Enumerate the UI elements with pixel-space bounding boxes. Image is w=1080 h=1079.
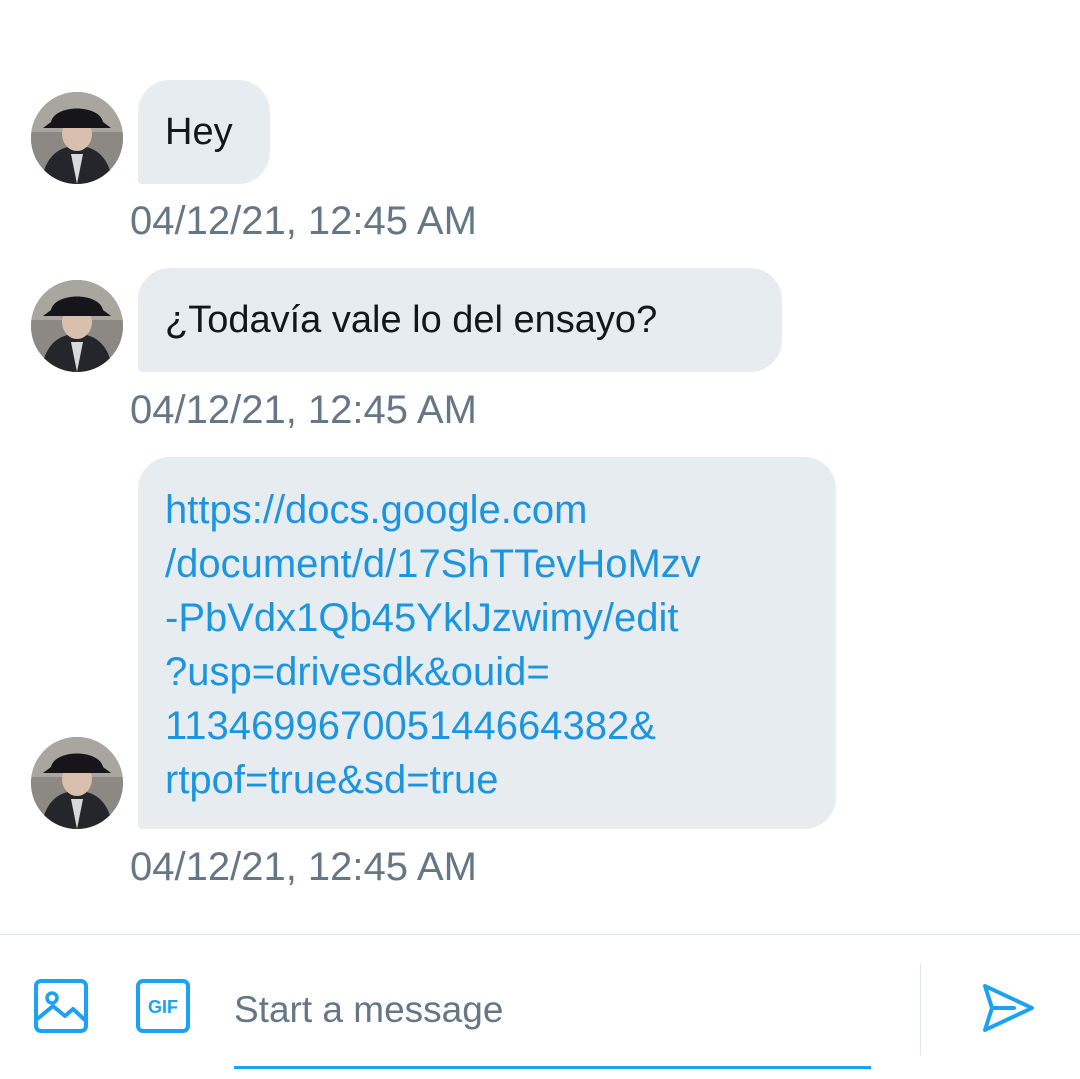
- add-gif-button[interactable]: GIF: [135, 978, 191, 1034]
- link-line: https://docs.google.com: [165, 488, 588, 532]
- link-line: 113469967005144664382&: [165, 704, 656, 748]
- add-photo-button[interactable]: [33, 978, 89, 1034]
- message-timestamp: 04/12/21, 12:45 AM: [130, 845, 477, 889]
- message-input[interactable]: [234, 980, 870, 1040]
- message-timestamp: 04/12/21, 12:45 AM: [130, 388, 477, 432]
- send-button[interactable]: [978, 978, 1038, 1038]
- send-divider: [920, 963, 921, 1055]
- image-icon: [34, 979, 88, 1033]
- avatar-photo-icon: [31, 737, 123, 829]
- sender-avatar[interactable]: [31, 92, 123, 184]
- sender-avatar[interactable]: [31, 737, 123, 829]
- avatar-photo-icon: [31, 92, 123, 184]
- link-line: rtpof=true&sd=true: [165, 758, 499, 802]
- message-bubble[interactable]: Hey: [138, 80, 270, 184]
- link-message-bubble: https://docs.google.com /document/d/17Sh…: [138, 457, 836, 829]
- composer-divider: [0, 934, 1080, 935]
- dm-conversation-screen: Hey 04/12/21, 12:45 AM ¿Todavía vale lo …: [0, 0, 1080, 1079]
- link-line: ?usp=drivesdk&ouid=: [165, 650, 550, 694]
- message-text: Hey: [165, 111, 233, 153]
- sender-avatar[interactable]: [31, 280, 123, 372]
- message-text: ¿Todavía vale lo del ensayo?: [165, 299, 658, 341]
- message-timestamp: 04/12/21, 12:45 AM: [130, 199, 477, 243]
- avatar-photo-icon: [31, 280, 123, 372]
- message-input-underline: [234, 1066, 871, 1069]
- gif-icon: GIF: [136, 979, 190, 1033]
- send-icon: [983, 984, 1034, 1032]
- link-line: -PbVdx1Qb45YklJzwimy/edit: [165, 596, 679, 640]
- link-line: /document/d/17ShTTevHoMzv: [165, 542, 701, 586]
- message-link[interactable]: https://docs.google.com /document/d/17Sh…: [165, 483, 809, 807]
- gif-icon-label: GIF: [148, 997, 178, 1017]
- message-bubble[interactable]: ¿Todavía vale lo del ensayo?: [138, 268, 782, 372]
